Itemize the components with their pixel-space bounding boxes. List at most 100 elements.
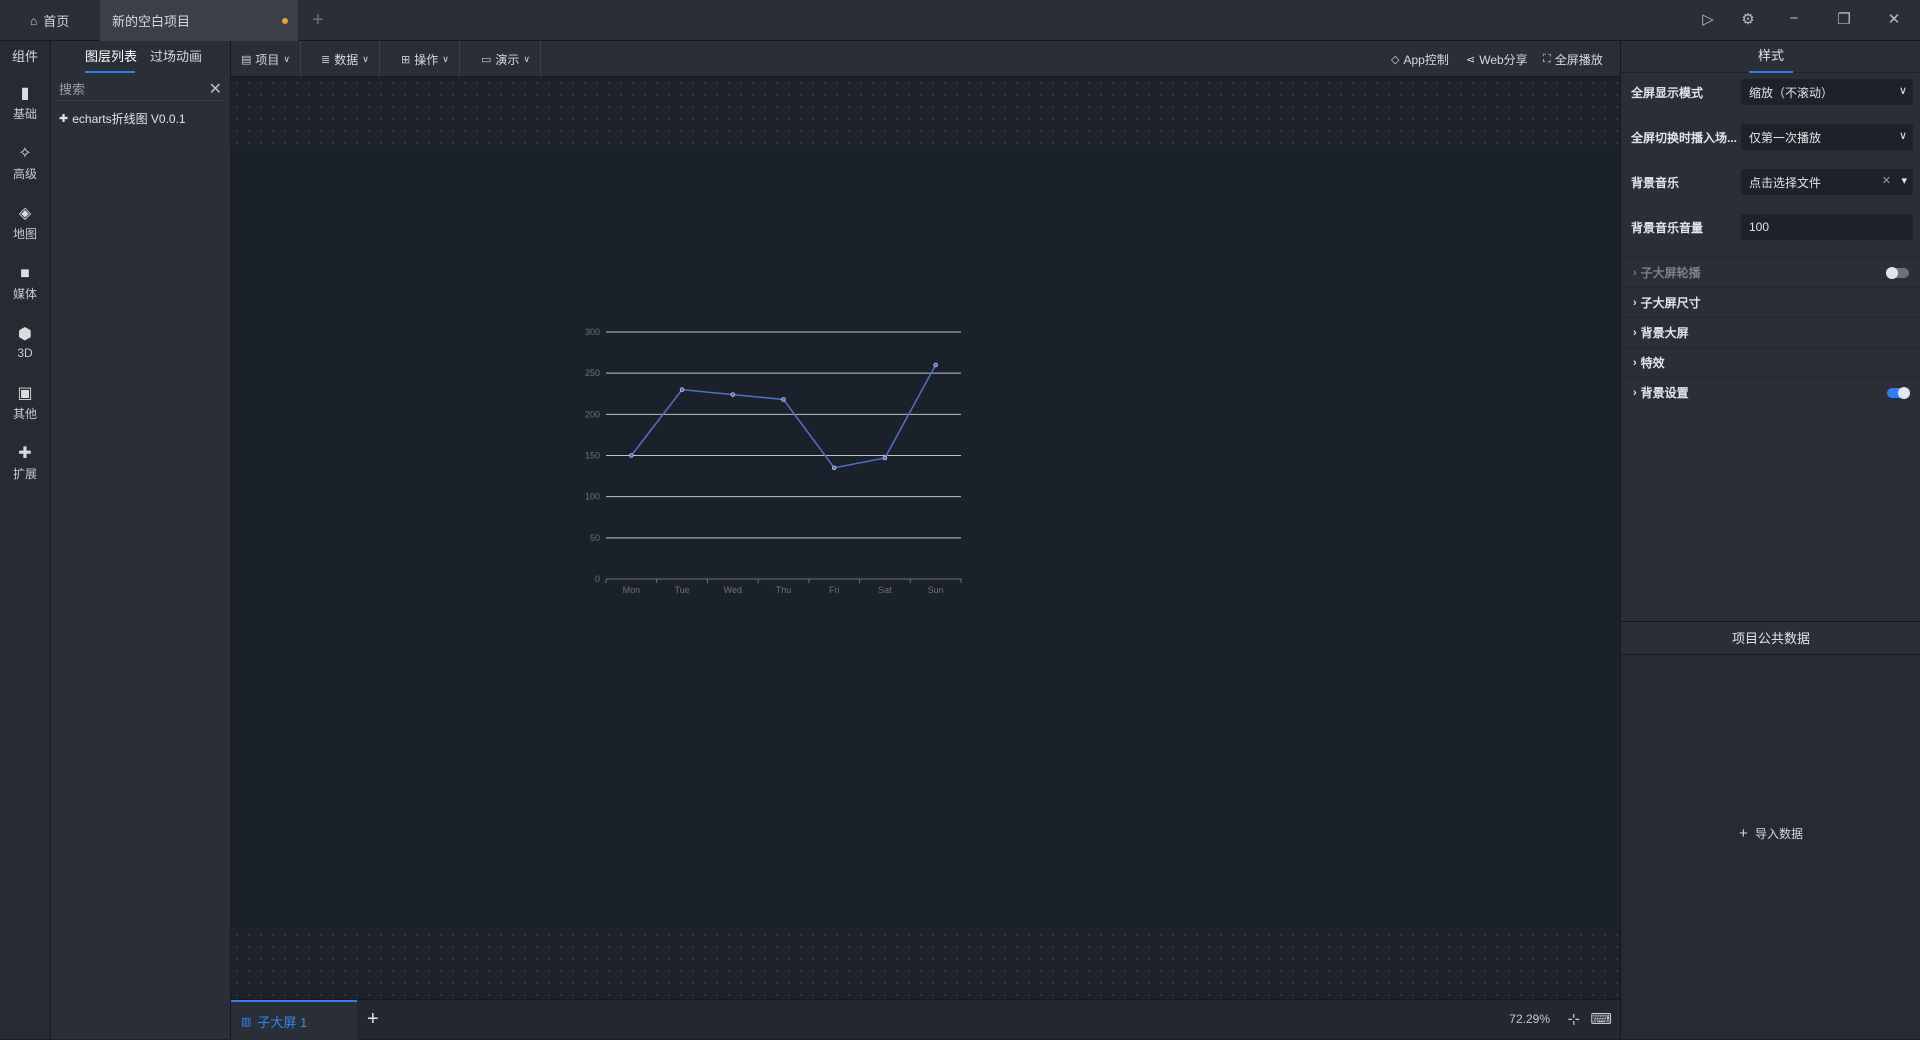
close-icon[interactable]: ✕ — [209, 79, 222, 99]
minimize-icon[interactable]: − — [1784, 10, 1804, 27]
section-background-screen[interactable]: › 背景大屏 — [1621, 317, 1920, 347]
x-tick-label: Sun — [928, 585, 944, 595]
add-sub-screen-button[interactable]: + — [367, 1008, 379, 1031]
data-point — [679, 387, 685, 392]
rail-item-label: 基础 — [12, 106, 37, 121]
image-icon: ▣ — [17, 384, 33, 402]
search-input[interactable] — [57, 77, 224, 101]
tab-project-label: 新的空白项目 — [112, 14, 191, 29]
select-value: 点击选择文件 — [1749, 175, 1822, 190]
rail-item-extension[interactable]: ✚ 扩展 — [0, 433, 50, 493]
fullscreen-play-button[interactable]: ⛶ 全屏播放 — [1543, 41, 1603, 77]
layer-panel-tabs: 图层列表 过场动画 — [51, 41, 230, 73]
rail-item-media[interactable]: ■ 媒体 — [0, 253, 50, 313]
data-point — [629, 453, 634, 458]
prop-fullscreen-mode: 全屏显示模式 缩放（不滚动） ∨ — [1621, 77, 1920, 107]
layer-search: ✕ — [57, 77, 224, 101]
tab-layer-list[interactable]: 图层列表 — [85, 41, 137, 73]
layer-item[interactable]: ✚ echarts折线图 V0.0.1 — [51, 107, 230, 129]
rail-item-basic[interactable]: ▮ 基础 — [0, 73, 50, 133]
canvas-workspace: 0 50 100 150 200 250 300 Mon Tue Wed Thu Fri Sat Sun — [231, 77, 1620, 999]
bar-chart-icon: ▮ — [20, 84, 30, 102]
bg-music-volume-input[interactable]: 100 — [1741, 214, 1913, 240]
grid-icon: ⊞ — [401, 53, 411, 66]
properties-panel: 样式 全屏显示模式 缩放（不滚动） ∨ 全屏切换时播入场... 仅第一次播放 ∨… — [1620, 41, 1920, 1039]
fit-screen-icon[interactable]: ⊹ — [1567, 1010, 1580, 1028]
rail-item-map[interactable]: ◈ 地图 — [0, 193, 50, 253]
tab-sub-screen[interactable]: ▥ 子大屏 1 — [231, 1000, 357, 1040]
unsaved-indicator — [282, 18, 288, 24]
prop-entrance-play: 全屏切换时播入场... 仅第一次播放 ∨ — [1621, 122, 1920, 152]
x-tick-label: Tue — [674, 585, 689, 595]
fullscreen-play-label: 全屏播放 — [1554, 52, 1603, 67]
layer-panel: 图层列表 过场动画 ✕ ✚ echarts折线图 V0.0.1 — [51, 41, 231, 1039]
data-point — [730, 392, 736, 397]
cube-icon: ⬢ — [18, 326, 32, 343]
menu-operation[interactable]: ⊞ 操作 ∨ — [391, 41, 460, 77]
caret-down-icon: ▾ — [1901, 175, 1907, 187]
prop-label: 全屏切换时播入场... — [1631, 131, 1738, 145]
restore-icon[interactable]: ❐ — [1834, 10, 1854, 28]
puzzle-icon: ✚ — [18, 444, 32, 462]
add-tab-button[interactable]: + — [312, 9, 324, 32]
line-chart[interactable]: 0 50 100 150 200 250 300 Mon Tue Wed Thu Fri Sat Sun — [561, 317, 981, 647]
plus-icon: + — [1738, 825, 1748, 842]
menu-label: 项目 — [255, 52, 280, 67]
prop-bg-music-volume: 背景音乐音量 100 — [1621, 212, 1920, 242]
section-effects[interactable]: › 特效 — [1621, 347, 1920, 377]
keyboard-icon[interactable]: ⌨ — [1590, 1010, 1612, 1028]
background-settings-toggle[interactable] — [1887, 387, 1910, 399]
x-tick-label: Fri — [829, 585, 840, 595]
web-share-label: Web分享 — [1479, 52, 1528, 67]
chevron-right-icon: › — [1633, 386, 1637, 399]
gear-icon[interactable]: ⚙ — [1738, 10, 1758, 28]
y-tick-label: 50 — [590, 533, 600, 543]
entrance-play-select[interactable]: 仅第一次播放 ∨ — [1741, 124, 1913, 150]
web-share-button[interactable]: ⋖ Web分享 — [1466, 41, 1528, 77]
advanced-icon: ✧ — [18, 144, 32, 162]
y-tick-label: 250 — [585, 368, 600, 378]
chevron-down-icon: ∨ — [283, 53, 291, 64]
menu-presentation[interactable]: ▭ 演示 ∨ — [471, 41, 542, 77]
share-icon: ⋖ — [1466, 53, 1476, 66]
chart-icon: ▥ — [241, 1015, 252, 1028]
app-control-button[interactable]: ◇ App控制 — [1391, 41, 1449, 77]
chevron-right-icon: › — [1633, 326, 1637, 339]
x-tick-label: Thu — [776, 585, 792, 595]
section-label: 子大屏尺寸 — [1640, 296, 1701, 310]
rail-item-advanced[interactable]: ✧ 高级 — [0, 133, 50, 193]
tab-home[interactable]: ⌂ 首页 — [18, 0, 98, 41]
import-data-label: 导入数据 — [1755, 827, 1804, 841]
section-sub-screen-carousel[interactable]: › 子大屏轮播 — [1621, 257, 1920, 287]
bottom-bar: ▥ 子大屏 1 + 72.29% ⊹ ⌨ — [231, 999, 1620, 1040]
tab-style[interactable]: 样式 — [1621, 41, 1920, 71]
camera-icon: ■ — [20, 264, 30, 282]
clear-icon[interactable]: ✕ — [1882, 174, 1891, 187]
menu-data[interactable]: ≣ 数据 ∨ — [311, 41, 380, 77]
x-tick-label: Sat — [878, 585, 892, 595]
y-tick-label: 300 — [585, 327, 600, 337]
tab-transitions[interactable]: 过场动画 — [150, 41, 202, 73]
play-icon[interactable]: ▷ — [1698, 10, 1718, 28]
prop-label: 全屏显示模式 — [1631, 86, 1704, 100]
section-label: 背景设置 — [1640, 386, 1689, 400]
chevron-down-icon: ∨ — [1898, 130, 1907, 142]
carousel-toggle[interactable] — [1886, 267, 1909, 279]
editor-toolbar: ▤ 项目 ∨ ≣ 数据 ∨ ⊞ 操作 ∨ ▭ 演示 ∨ ◇ App控制 ⋖ We… — [231, 41, 1620, 77]
rail-item-other[interactable]: ▣ 其他 — [0, 373, 50, 433]
import-data-button[interactable]: + 导入数据 — [1621, 825, 1920, 842]
fullscreen-mode-select[interactable]: 缩放（不滚动） ∨ — [1741, 79, 1913, 105]
bg-music-file-select[interactable]: 点击选择文件 ✕ ▾ — [1741, 169, 1913, 195]
rail-item-3d[interactable]: ⬢ 3D — [0, 313, 50, 373]
input-value: 100 — [1749, 220, 1770, 234]
layer-item-label: echarts折线图 V0.0.1 — [72, 111, 186, 126]
section-background-settings[interactable]: › 背景设置 — [1621, 377, 1920, 407]
prop-bg-music: 背景音乐 点击选择文件 ✕ ▾ — [1621, 167, 1920, 197]
close-icon[interactable]: ✕ — [1884, 10, 1904, 28]
section-sub-screen-size[interactable]: › 子大屏尺寸 — [1621, 287, 1920, 317]
x-tick-label: Mon — [623, 585, 641, 595]
tab-project[interactable]: 新的空白项目 — [100, 0, 298, 41]
menu-project[interactable]: ▤ 项目 ∨ — [231, 41, 302, 77]
chevron-down-icon: ∨ — [442, 53, 449, 64]
y-tick-label: 100 — [585, 492, 600, 502]
